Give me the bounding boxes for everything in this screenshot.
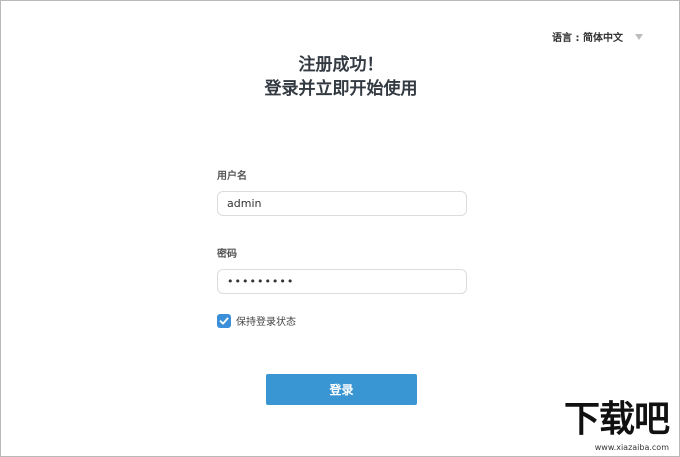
- title-line-2: 登录并立即开始使用: [264, 79, 418, 99]
- check-icon: [219, 317, 229, 324]
- title-line-1: 注册成功！: [298, 55, 384, 75]
- password-input[interactable]: •••••••••: [217, 269, 467, 294]
- chevron-down-icon: [635, 33, 643, 40]
- language-selector[interactable]: 语言 : 简体中文: [552, 29, 643, 44]
- app-window: 语言 : 简体中文 注册成功！ 登录并立即开始使用 用户名 admin 密码 •…: [0, 0, 680, 457]
- username-input[interactable]: admin: [217, 191, 467, 216]
- password-label: 密码: [217, 249, 237, 260]
- page-title: 注册成功！ 登录并立即开始使用: [1, 53, 680, 101]
- watermark-url: www.xiazaiba.com: [594, 443, 669, 452]
- password-value: •••••••••: [227, 275, 295, 288]
- remember-me-row[interactable]: 保持登录状态: [217, 313, 296, 328]
- watermark-logo: 下载吧 www.xiazaiba.com: [538, 398, 673, 453]
- login-button[interactable]: 登录: [266, 374, 417, 405]
- language-label: 语言 : 简体中文: [552, 33, 623, 44]
- username-label: 用户名: [217, 171, 247, 182]
- remember-me-checkbox[interactable]: [217, 313, 231, 328]
- watermark-text: 下载吧: [563, 399, 670, 440]
- remember-me-label: 保持登录状态: [236, 317, 296, 328]
- username-value: admin: [227, 197, 262, 210]
